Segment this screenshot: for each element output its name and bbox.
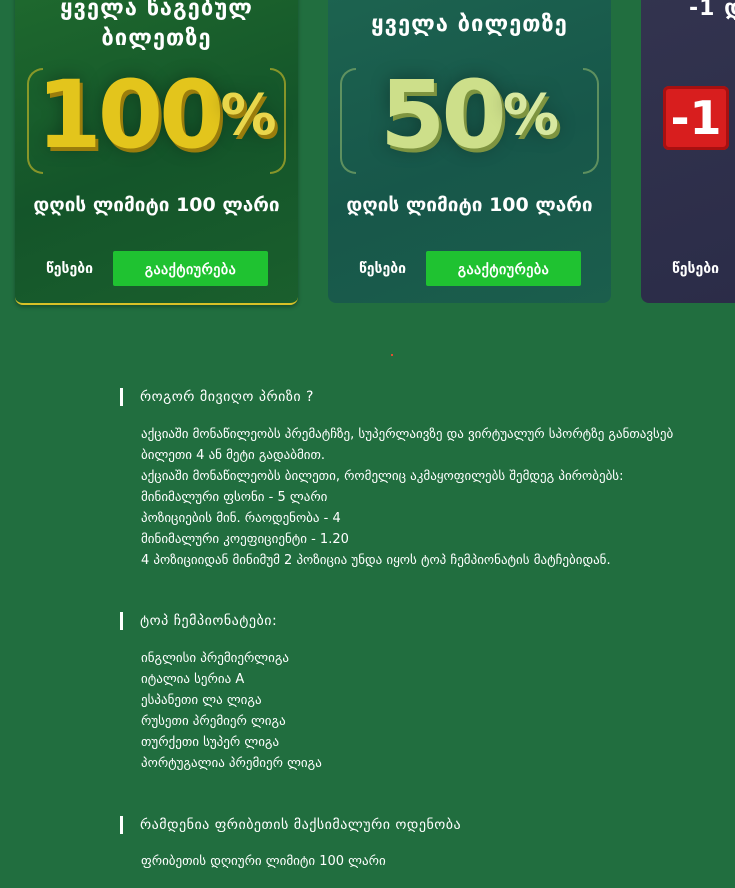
- promo-percent: 50%: [328, 68, 611, 164]
- section-body: აქციაში მონაწილეობს პრემატჩზე, სუპერლაივ…: [141, 424, 673, 571]
- body-line: აქციაში მონაწილეობს ბილეთი, რომელიც აკმა…: [141, 469, 624, 484]
- promo-card-50: ყველა ბილეთზე 50% დღის ლიმიტი 100 ლარი წ…: [328, 0, 611, 303]
- rules-link[interactable]: წესები: [672, 261, 719, 277]
- section-body: ინგლისი პრემიერლიგა იტალია სერია A ესპან…: [141, 648, 322, 774]
- body-line: მინიმალური ფსონი - 5 ლარი: [141, 490, 328, 505]
- percent-sign: %: [502, 83, 559, 148]
- body-line: პოზიციების მინ. რაოდენობა - 4: [141, 511, 341, 526]
- list-item: რუსეთი პრემიერ ლიგა: [141, 714, 286, 729]
- rules-link[interactable]: წესები: [46, 261, 93, 277]
- promo-title: ყველა ბილეთზე: [371, 12, 568, 37]
- body-line: ფრიბეთის დღიური ლიმიტი 100 ლარი: [141, 854, 386, 869]
- promo-title: -1 დ: [689, 0, 735, 21]
- decorative-dot: [391, 354, 393, 356]
- section-top-championships: ტოპ ჩემპიონატები:: [120, 612, 277, 630]
- list-item: იტალია სერია A: [141, 672, 245, 687]
- promo-percent-value: 100: [36, 61, 224, 170]
- body-line: მინიმალური კოეფიციენტი - 1.20: [141, 532, 349, 547]
- promo-title: ყველა წაგებულ ბილეთზე: [15, 0, 298, 54]
- list-item: თურქეთი სუპერ ლიგა: [141, 735, 280, 750]
- activate-button[interactable]: გააქტიურება: [426, 251, 581, 286]
- rules-link[interactable]: წესები: [359, 261, 406, 277]
- promo-title-line1: ყველა წაგებულ: [60, 0, 253, 21]
- percent-sign: %: [220, 83, 277, 148]
- promo-limit: დღის ლიმიტი 100 ლარი: [33, 194, 280, 216]
- section-how-to-get-prize: როგორ მივიღო პრიზი ?: [120, 388, 314, 406]
- promo-limit: დღის ლიმიტი 100 ლარი: [346, 194, 593, 216]
- list-item: ესპანეთი ლა ლიგა: [141, 693, 262, 708]
- body-line: აქციაში მონაწილეობს პრემატჩზე, სუპერლაივ…: [141, 427, 674, 442]
- activate-button[interactable]: გააქტიურება: [113, 251, 268, 286]
- promo-card-partial: -1 დ -1 წესები: [641, 0, 735, 303]
- promo-badge: -1: [663, 86, 729, 150]
- promo-title-line2: ბილეთზე: [101, 26, 212, 51]
- promo-percent-value: 50: [380, 61, 507, 170]
- body-line: 4 პოზიციიდან მინიმუმ 2 პოზიცია უნდა იყოს…: [141, 553, 611, 568]
- promo-card-100: ყველა წაგებულ ბილეთზე 100% დღის ლიმიტი 1…: [15, 0, 298, 305]
- list-item: ინგლისი პრემიერლიგა: [141, 651, 290, 666]
- section-heading: რამდენია ფრიბეთის მაქსიმალური ოდენობა: [120, 816, 461, 834]
- section-heading: როგორ მივიღო პრიზი ?: [120, 388, 314, 406]
- body-line: ბილეთი 4 ან მეტი გადაბმით.: [141, 448, 326, 463]
- list-item: პორტუგალია პრემიერ ლიგა: [141, 756, 322, 771]
- promo-percent: 100%: [15, 68, 298, 164]
- section-max-freebet: რამდენია ფრიბეთის მაქსიმალური ოდენობა: [120, 816, 461, 834]
- section-heading: ტოპ ჩემპიონატები:: [120, 612, 277, 630]
- section-body: ფრიბეთის დღიური ლიმიტი 100 ლარი: [141, 851, 386, 872]
